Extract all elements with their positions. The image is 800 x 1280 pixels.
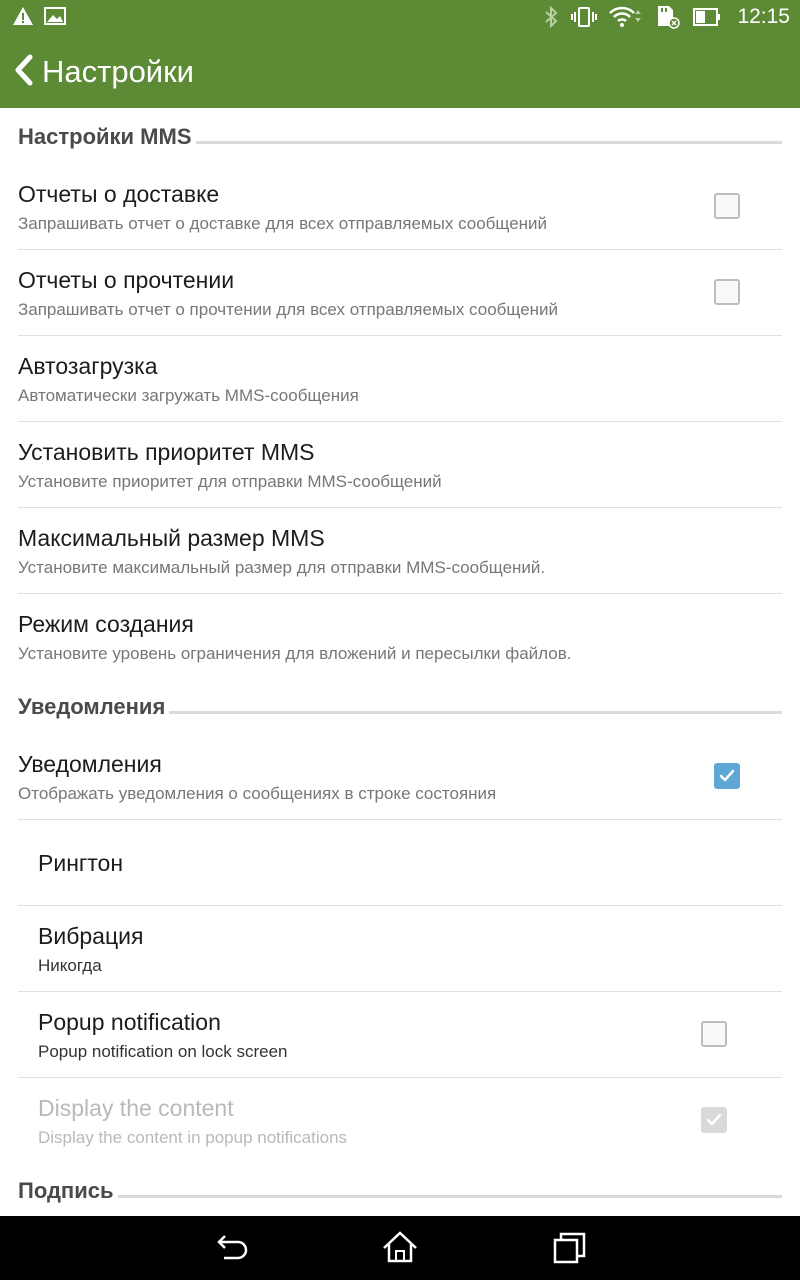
checkmark-icon — [706, 1113, 722, 1126]
notifications-checkbox[interactable] — [714, 763, 740, 789]
pref-notifications[interactable]: Уведомления Отображать уведомления о соо… — [18, 734, 782, 820]
pref-summary: Автоматически загружать MMS-сообщения — [18, 386, 359, 405]
pref-ringtone[interactable]: Рингтон — [18, 820, 782, 906]
read-reports-checkbox[interactable] — [714, 279, 740, 305]
delivery-reports-checkbox[interactable] — [714, 193, 740, 219]
section-header-notifications: Уведомления — [18, 689, 782, 725]
vibrate-icon — [571, 6, 598, 28]
pref-summary: Отображать уведомления о сообщениях в ст… — [18, 784, 497, 803]
status-bar: 12:15 — [0, 0, 800, 34]
wifi-icon — [609, 6, 643, 28]
image-icon — [44, 6, 66, 26]
pref-summary: Запрашивать отчет о доставке для всех от… — [18, 214, 548, 233]
pref-vibration[interactable]: Вибрация Никогда — [18, 906, 782, 992]
settings-list[interactable]: Настройки MMS Отчеты о доставке Запрашив… — [0, 108, 800, 1216]
bluetooth-icon — [543, 6, 559, 28]
status-bar-right: 12:15 — [543, 4, 790, 30]
pref-summary: Установите приоритет для отправки MMS-со… — [18, 472, 442, 491]
pref-read-reports[interactable]: Отчеты о прочтении Запрашивать отчет о п… — [18, 250, 782, 336]
pref-summary: Установите максимальный размер для отпра… — [18, 558, 546, 577]
section-label: Уведомления — [18, 694, 166, 719]
status-bar-left — [12, 6, 66, 26]
pref-auto-download[interactable]: Автозагрузка Автоматически загружать MMS… — [18, 336, 782, 422]
battery-icon — [693, 7, 721, 27]
pref-title: Максимальный размер MMS — [18, 525, 325, 551]
sd-card-icon — [655, 5, 681, 29]
section-header-signature: Подпись — [18, 1173, 782, 1209]
popup-notification-checkbox[interactable] — [701, 1021, 727, 1047]
pref-title: Popup notification — [38, 1009, 221, 1035]
pref-mms-priority[interactable]: Установить приоритет MMS Установите прио… — [18, 422, 782, 508]
pref-summary: Popup notification on lock screen — [38, 1042, 288, 1061]
pref-display-content: Display the content Display the content … — [18, 1078, 782, 1164]
clock: 12:15 — [737, 5, 790, 28]
home-icon[interactable] — [381, 1230, 417, 1266]
section-label: Настройки MMS — [18, 124, 192, 149]
navigation-bar — [0, 1216, 800, 1280]
pref-title: Вибрация — [38, 923, 144, 949]
back-icon[interactable] — [212, 1230, 248, 1266]
pref-title: Уведомления — [18, 751, 162, 777]
pref-title: Display the content — [38, 1095, 234, 1121]
pref-creation-mode[interactable]: Режим создания Установите уровень ограни… — [18, 594, 782, 680]
pref-title: Установить приоритет MMS — [18, 439, 315, 465]
pref-summary: Установите уровень ограничения для вложе… — [18, 644, 572, 663]
pref-summary: Никогда — [38, 956, 102, 975]
pref-summary: Запрашивать отчет о прочтении для всех о… — [18, 300, 559, 319]
back-button[interactable]: Настройки — [14, 50, 194, 94]
pref-title: Отчеты о доставке — [18, 181, 220, 207]
divider — [195, 140, 782, 144]
pref-title: Рингтон — [38, 850, 124, 876]
display-content-checkbox — [701, 1107, 727, 1133]
pref-title: Отчеты о прочтении — [18, 267, 235, 293]
pref-popup-notification[interactable]: Popup notification Popup notification on… — [18, 992, 782, 1078]
action-bar: Настройки — [0, 34, 800, 108]
checkmark-icon — [719, 769, 735, 782]
pref-title: Режим создания — [18, 611, 194, 637]
divider — [169, 710, 782, 714]
pref-title: Автозагрузка — [18, 353, 158, 379]
pref-mms-max-size[interactable]: Максимальный размер MMS Установите макси… — [18, 508, 782, 594]
section-label: Подпись — [18, 1178, 114, 1203]
page-title: Настройки — [42, 54, 195, 89]
divider — [117, 1194, 782, 1198]
section-header-mms: Настройки MMS — [18, 119, 782, 155]
warning-icon — [12, 6, 34, 26]
pref-delivery-reports[interactable]: Отчеты о доставке Запрашивать отчет о до… — [18, 164, 782, 250]
chevron-left-icon — [14, 54, 34, 91]
pref-summary: Display the content in popup notificatio… — [38, 1128, 348, 1147]
recents-icon[interactable] — [552, 1230, 588, 1266]
